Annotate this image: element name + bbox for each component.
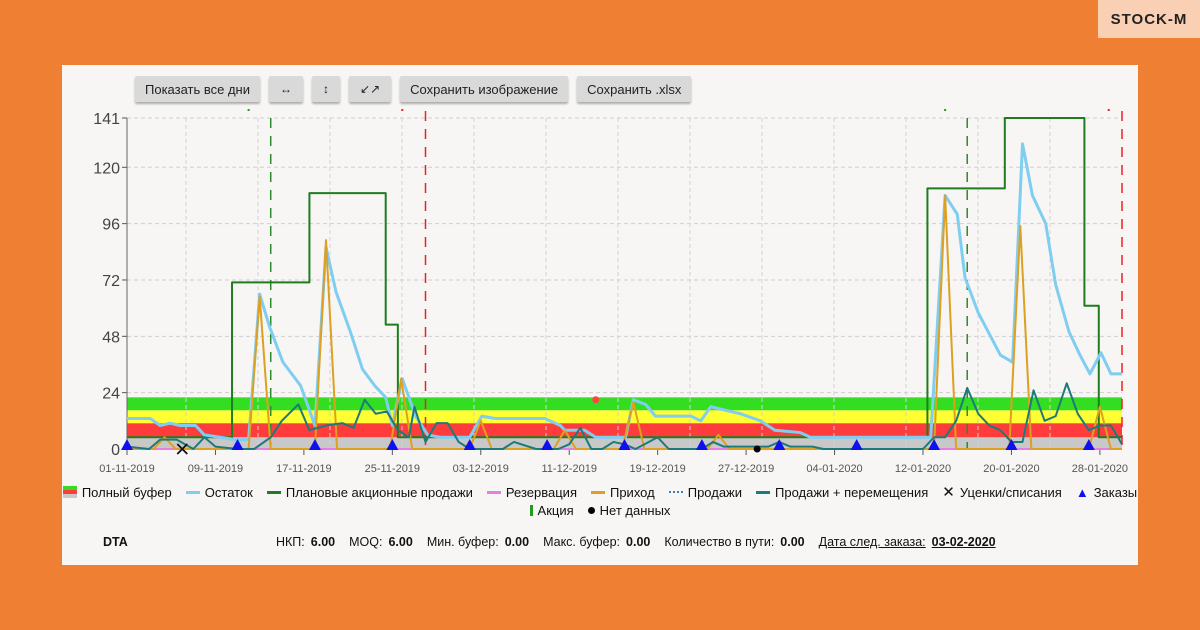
moq-label: MOQ: bbox=[349, 535, 383, 549]
logo-text: STOCK-M bbox=[1110, 10, 1188, 28]
triangle-icon: ▲ bbox=[1075, 484, 1089, 500]
y-tick-label: 96 bbox=[102, 217, 120, 234]
promo-end-marker bbox=[401, 109, 404, 111]
legend-label: Нет данных bbox=[599, 502, 671, 518]
x-tick-label: 17-11-2019 bbox=[276, 463, 331, 475]
series-line bbox=[127, 117, 1122, 439]
next-order-label[interactable]: Дата след. заказа: bbox=[819, 535, 926, 549]
y-tick-label: 120 bbox=[93, 160, 120, 177]
min-buffer-value: 0.00 bbox=[504, 535, 530, 549]
line-swatch-icon bbox=[590, 490, 605, 494]
outlier-point bbox=[592, 396, 600, 404]
legend-stock[interactable]: Остаток bbox=[185, 484, 253, 500]
x-mark-icon: ✕ bbox=[942, 484, 955, 501]
y-tick-label: 72 bbox=[102, 273, 120, 290]
stock-m-logo: STOCK-M bbox=[1098, 0, 1200, 38]
chart-legend: Полный буфер Остаток Плановые акционные … bbox=[62, 483, 1138, 519]
promo-tick-icon bbox=[529, 504, 533, 516]
legend-label: Заказы bbox=[1093, 484, 1138, 500]
chart-panel: Показать все дни ↔ ↕ ↙↗ Сохранить изобра… bbox=[62, 65, 1138, 565]
legend-label: Резервация bbox=[505, 484, 577, 500]
legend-promo[interactable]: Акция bbox=[529, 502, 574, 518]
legend-markdowns[interactable]: ✕ Уценки/списания bbox=[942, 483, 1062, 501]
legend-orders[interactable]: ▲ Заказы bbox=[1076, 485, 1137, 500]
dotted-line-swatch-icon bbox=[668, 491, 683, 493]
promo-marker bbox=[247, 109, 250, 111]
x-tick-label: 03-12-2019 bbox=[453, 463, 509, 475]
nkp-label: НКП: bbox=[276, 535, 305, 549]
stock-chart[interactable]: 0 24 48 72 96 120 141 01-11-2019 09-11-2019 17-11… bbox=[62, 65, 1138, 485]
line-swatch-icon bbox=[486, 490, 501, 494]
legend-reservation[interactable]: Резервация bbox=[486, 484, 577, 500]
in-transit-label: Количество в пути: bbox=[664, 535, 775, 549]
x-tick-label: 28-01-2020 bbox=[1072, 463, 1128, 475]
min-buffer-label: Мин. буфер: bbox=[426, 535, 499, 549]
max-buffer-label: Макс. буфер: bbox=[543, 535, 621, 549]
dot-icon bbox=[587, 506, 595, 514]
legend-label: Приход bbox=[609, 484, 655, 500]
in-transit-value: 0.00 bbox=[780, 535, 805, 549]
x-tick-label: 25-11-2019 bbox=[365, 463, 420, 475]
next-order-value: 03-02-2020 bbox=[931, 535, 996, 549]
legend-label: Уценки/списания bbox=[959, 484, 1062, 500]
y-tick-label: 48 bbox=[102, 329, 120, 346]
y-tick-label: 141 bbox=[93, 111, 120, 128]
nkp-value: 6.00 bbox=[310, 535, 336, 549]
legend-label: Плановые акционные продажи bbox=[285, 484, 473, 500]
y-tick-label: 24 bbox=[102, 386, 120, 403]
promo-end-marker bbox=[1107, 109, 1110, 111]
legend-label: Полный буфер bbox=[81, 484, 172, 500]
x-tick-label: 27-12-2019 bbox=[718, 463, 774, 475]
legend-arrival[interactable]: Приход bbox=[590, 484, 655, 500]
legend-label: Акция bbox=[537, 502, 574, 518]
legend-sales-moves[interactable]: Продажи + перемещения bbox=[756, 485, 928, 500]
max-buffer-value: 0.00 bbox=[626, 535, 651, 549]
buffer-swatch-icon bbox=[62, 486, 77, 498]
x-tick-label: 12-01-2020 bbox=[895, 463, 951, 475]
x-tick-label: 01-11-2019 bbox=[99, 463, 154, 475]
legend-planned-promo-sales[interactable]: Плановые акционные продажи bbox=[266, 484, 473, 500]
x-tick-label: 09-11-2019 bbox=[188, 463, 243, 475]
no-data-point bbox=[753, 445, 761, 453]
legend-label: Продажи bbox=[687, 484, 743, 500]
moq-value: 6.00 bbox=[388, 535, 413, 549]
legend-full-buffer[interactable]: Полный буфер bbox=[62, 484, 172, 500]
buffer-zone-yellow bbox=[127, 410, 1122, 424]
x-tick-label: 04-01-2020 bbox=[806, 463, 862, 475]
line-swatch-icon bbox=[185, 490, 200, 494]
line-swatch-icon bbox=[756, 490, 771, 494]
promo-marker bbox=[944, 109, 947, 111]
legend-sales[interactable]: Продажи bbox=[668, 484, 743, 500]
legend-no-data[interactable]: Нет данных bbox=[587, 502, 671, 518]
legend-label: Остаток bbox=[204, 484, 253, 500]
line-swatch-icon bbox=[266, 490, 281, 494]
x-tick-label: 19-12-2019 bbox=[630, 463, 686, 475]
legend-label: Продажи + перемещения bbox=[775, 484, 929, 500]
x-tick-label: 11-12-2019 bbox=[541, 463, 596, 475]
y-tick-label: 0 bbox=[111, 442, 120, 459]
x-tick-label: 20-01-2020 bbox=[983, 463, 1039, 475]
item-label: DTA bbox=[103, 535, 128, 549]
